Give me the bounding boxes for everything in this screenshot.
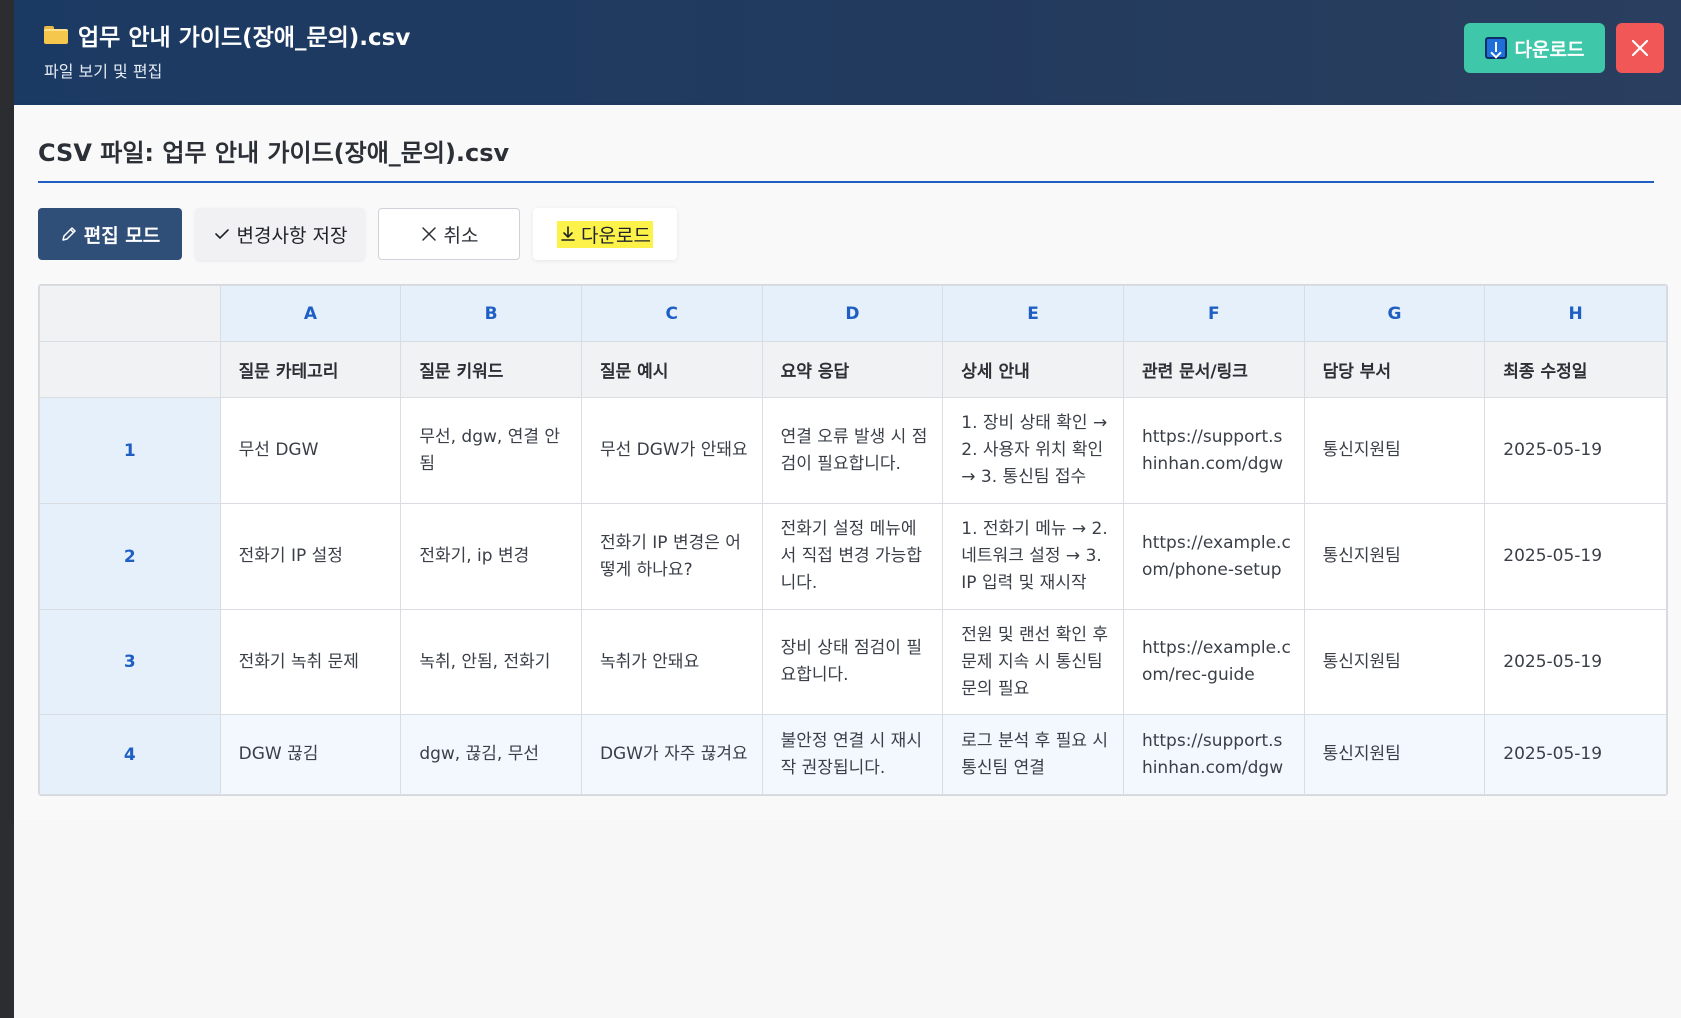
table-cell[interactable]: 녹취가 안돼요 [580, 609, 763, 715]
table-cell[interactable]: 통신지원팀 [1303, 397, 1486, 504]
table-cell[interactable]: 전화기 IP 설정 [219, 503, 402, 610]
column-header[interactable]: 질문 키워드 [400, 341, 582, 398]
table-row: 2 전화기 IP 설정 전화기, ip 변경 전화기 IP 변경은 어떻게 하나… [39, 503, 1667, 610]
column-header[interactable]: 질문 예시 [580, 341, 763, 398]
csv-table: A B C D E F G H 질문 카테고리 질문 키워드 질문 예시 요약 … [39, 285, 1667, 795]
header-row: 질문 카테고리 질문 키워드 질문 예시 요약 응답 상세 안내 관련 문서/링… [39, 341, 1667, 398]
table-cell[interactable]: 전화기, ip 변경 [400, 503, 582, 610]
table-cell[interactable]: 무선 DGW [219, 397, 402, 504]
cancel-label: 취소 [443, 224, 479, 247]
save-changes-button[interactable]: 변경사항 저장 [195, 208, 365, 260]
table-cell[interactable]: 1. 장비 상태 확인 → 2. 사용자 위치 확인 → 3. 통신팀 접수 [942, 397, 1124, 504]
table-cell[interactable]: DGW 끊김 [219, 714, 402, 795]
column-letter[interactable]: H [1484, 285, 1667, 342]
column-letter-row: A B C D E F G H [39, 285, 1667, 342]
row-number[interactable]: 4 [39, 714, 221, 795]
title-divider [38, 181, 1654, 183]
table-cell[interactable]: https://support.shinhan.com/dgw [1122, 714, 1305, 795]
download-icon [1484, 37, 1507, 59]
table-cell[interactable]: DGW가 자주 끊겨요 [580, 714, 763, 795]
table-cell[interactable]: https://example.com/phone-setup [1122, 503, 1305, 610]
table-cell[interactable]: 통신지원팀 [1303, 714, 1486, 795]
title-row: 업무 안내 가이드(장애_문의).csv [44, 18, 410, 52]
download-highlight: 다운로드 [557, 220, 653, 248]
folder-icon [44, 26, 68, 44]
table-cell[interactable]: dgw, 끊김, 무선 [400, 714, 582, 795]
table-cell[interactable]: 전화기 녹취 문제 [219, 609, 402, 715]
column-header[interactable]: 관련 문서/링크 [1122, 341, 1305, 398]
column-letter[interactable]: D [761, 285, 944, 342]
table-cell[interactable]: 2025-05-19 [1484, 397, 1667, 504]
table-cell[interactable]: 1. 전화기 메뉴 → 2. 네트워크 설정 → 3. IP 입력 및 재시작 [942, 503, 1124, 610]
background-strip [0, 0, 14, 1018]
table-cell[interactable]: https://support.shinhan.com/dgw [1122, 397, 1305, 504]
modal-header: 업무 안내 가이드(장애_문의).csv 파일 보기 및 편집 다운로드 [14, 0, 1681, 105]
close-icon [1631, 39, 1649, 57]
column-letter[interactable]: F [1122, 285, 1305, 342]
table-cell[interactable]: 2025-05-19 [1484, 503, 1667, 610]
download-button[interactable]: 다운로드 [533, 208, 677, 260]
table-cell[interactable]: 장비 상태 점검이 필요합니다. [761, 609, 944, 715]
empty-modal-area [14, 820, 1681, 1018]
table-cell[interactable]: 통신지원팀 [1303, 609, 1486, 715]
table-cell[interactable]: https://example.com/rec-guide [1122, 609, 1305, 715]
table-cell[interactable]: 통신지원팀 [1303, 503, 1486, 610]
edit-mode-label: 편집 모드 [83, 224, 161, 247]
row-number[interactable]: 1 [39, 397, 221, 504]
cancel-button[interactable]: 취소 [378, 208, 520, 260]
table-cell[interactable]: 전화기 IP 변경은 어떻게 하나요? [580, 503, 763, 610]
column-header[interactable]: 상세 안내 [942, 341, 1124, 398]
header-download-button[interactable]: 다운로드 [1464, 23, 1605, 73]
modal-title: 업무 안내 가이드(장애_문의).csv [78, 25, 411, 51]
corner-cell [39, 285, 221, 342]
column-letter[interactable]: C [580, 285, 763, 342]
check-icon [214, 229, 229, 240]
csv-viewer-modal: 업무 안내 가이드(장애_문의).csv 파일 보기 및 편집 다운로드 CSV… [14, 0, 1681, 1018]
x-icon [421, 227, 436, 241]
pencil-icon [61, 227, 76, 241]
csv-file-title: CSV 파일: 업무 안내 가이드(장애_문의).csv [38, 139, 510, 167]
toolbar: 편집 모드 변경사항 저장 취소 다운로드 [38, 208, 677, 260]
download-arrow-icon [561, 226, 575, 241]
column-header[interactable]: 요약 응답 [761, 341, 944, 398]
table-cell[interactable]: 로그 분석 후 필요 시 통신팀 연결 [942, 714, 1124, 795]
table-cell[interactable]: 무선 DGW가 안돼요 [580, 397, 763, 504]
column-header[interactable]: 질문 카테고리 [219, 341, 402, 398]
table-row: 1 무선 DGW 무선, dgw, 연결 안됨 무선 DGW가 안돼요 연결 오… [39, 397, 1667, 504]
content-card: CSV 파일: 업무 안내 가이드(장애_문의).csv 편집 모드 변경사항 … [14, 105, 1681, 820]
table-row: 4 DGW 끊김 dgw, 끊김, 무선 DGW가 자주 끊겨요 불안정 연결 … [39, 714, 1667, 795]
column-header[interactable]: 최종 수정일 [1484, 341, 1667, 398]
column-letter[interactable]: E [942, 285, 1124, 342]
table-cell[interactable]: 전원 및 랜선 확인 후 문제 지속 시 통신팀 문의 필요 [942, 609, 1124, 715]
column-letter[interactable]: A [219, 285, 402, 342]
table-cell[interactable]: 전화기 설정 메뉴에서 직접 변경 가능합니다. [761, 503, 944, 610]
table-cell[interactable]: 2025-05-19 [1484, 609, 1667, 715]
row-number[interactable]: 2 [39, 503, 221, 610]
header-download-label: 다운로드 [1514, 38, 1585, 61]
download-label: 다운로드 [581, 224, 651, 247]
table-row: 3 전화기 녹취 문제 녹취, 안됨, 전화기 녹취가 안돼요 장비 상태 점검… [39, 609, 1667, 715]
csv-table-container: A B C D E F G H 질문 카테고리 질문 키워드 질문 예시 요약 … [38, 284, 1668, 796]
edit-mode-button[interactable]: 편집 모드 [38, 208, 182, 260]
save-changes-label: 변경사항 저장 [236, 224, 348, 247]
table-cell[interactable]: 무선, dgw, 연결 안됨 [400, 397, 582, 504]
modal-subtitle: 파일 보기 및 편집 [44, 62, 163, 81]
column-header[interactable]: 담당 부서 [1303, 341, 1486, 398]
header-corner-cell [39, 341, 221, 398]
table-cell[interactable]: 녹취, 안됨, 전화기 [400, 609, 582, 715]
column-letter[interactable]: B [400, 285, 582, 342]
table-cell[interactable]: 연결 오류 발생 시 점검이 필요합니다. [761, 397, 944, 504]
row-number[interactable]: 3 [39, 609, 221, 715]
close-button[interactable] [1616, 23, 1664, 73]
table-cell[interactable]: 불안정 연결 시 재시작 권장됩니다. [761, 714, 944, 795]
column-letter[interactable]: G [1303, 285, 1486, 342]
table-cell[interactable]: 2025-05-19 [1484, 714, 1667, 795]
